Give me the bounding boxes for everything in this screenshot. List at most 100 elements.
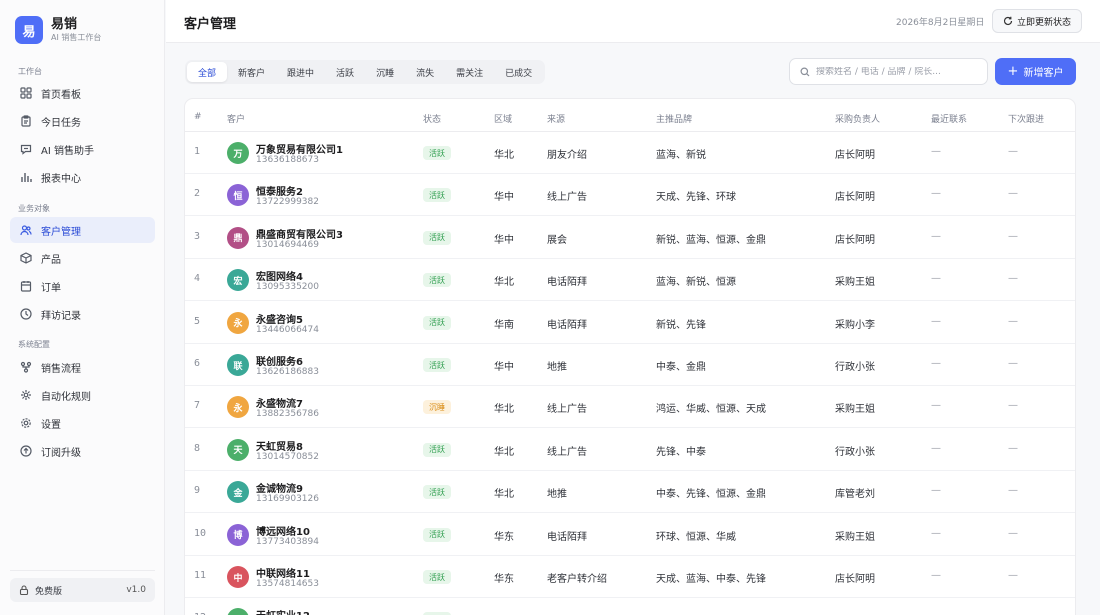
table-row[interactable]: 5 永永盛咨询5 13446066474 活跃 华南 电话陌拜 新锐、先锋 采购小李 — —	[185, 302, 1075, 344]
table-row[interactable]: 11 中中联网络11 13574814653 活跃 华东 老客户转介绍 天成、蓝海、中泰、先…	[185, 556, 1075, 598]
tab-all[interactable]: 全部	[187, 62, 228, 82]
sidebar-item-settings[interactable]: 设置	[10, 410, 155, 436]
row-index: 7	[194, 400, 201, 412]
status-badge: 活跃	[423, 570, 451, 584]
tab-dormant[interactable]: 沉睡	[365, 62, 405, 82]
table-row[interactable]: 8 天天虹贸易8 13014570852 活跃 华北 线上广告 先锋、中泰 行政小张 — —	[185, 429, 1075, 471]
table-row[interactable]: 7 永永盛物流7 13882356786 沉睡 华北 线上广告 鸿运、华威、恒源、天成 采购王…	[185, 386, 1075, 429]
table-row[interactable]: 1 万万象贸易有限公司1 13636188673 活跃 华北 朋友介绍 蓝海、新锐 店长阿明 —…	[185, 132, 1075, 174]
owner-cell: 店长阿明	[835, 192, 875, 204]
owner-cell: 店长阿明	[835, 150, 875, 161]
table-row[interactable]: 2 恒恒泰服务2 13722999382 活跃 华中 线上广告 天成、先锋、环球 店长阿明 — —	[185, 174, 1075, 217]
column-header: 采购负责人	[835, 115, 881, 125]
sidebar-divider	[10, 570, 155, 571]
source-cell: 老客户转介绍	[547, 574, 607, 585]
row-index: 10	[194, 527, 207, 539]
next-follow-cell: —	[1008, 358, 1018, 369]
version-label: v1.0	[126, 585, 146, 595]
tab-lost[interactable]: 流失	[405, 62, 445, 82]
owner-cell: 采购王姐	[835, 404, 875, 416]
table-row[interactable]: 3 鼎鼎盛商贸有限公司3 13014694469 活跃 华中 展会 新锐、蓝海、恒源、金鼎 店…	[185, 217, 1075, 259]
sidebar-item-sales-process[interactable]: 销售流程	[10, 354, 155, 380]
brands-cell: 蓝海、新锐、恒源	[656, 277, 736, 289]
tab-new[interactable]: 新客户	[227, 62, 276, 82]
source-cell: 地推	[547, 489, 567, 501]
customer-name[interactable]: 鼎盛商贸有限公司3	[256, 226, 343, 241]
owner-cell: 店长阿明	[835, 234, 875, 246]
search-box[interactable]	[789, 58, 988, 85]
status-badge: 活跃	[423, 485, 451, 500]
sidebar-item-tasks[interactable]: 今日任务	[10, 108, 155, 134]
tab-attention[interactable]: 需关注	[445, 62, 494, 82]
customer-name[interactable]: 永盛物流7	[256, 395, 303, 410]
column-header: 最近联系	[931, 115, 968, 125]
customer-name[interactable]: 天虹实业12	[256, 607, 310, 615]
search-input[interactable]	[816, 66, 966, 77]
plan-badge[interactable]: 免费版 v1.0	[10, 578, 155, 602]
brands-cell: 鸿运、华威、恒源、天成	[656, 404, 766, 416]
last-contact-cell: —	[931, 400, 941, 412]
table-row[interactable]: 9 金金诚物流9 13169903126 活跃 华北 地推 中泰、先锋、恒源、金鼎 库管老刘 —…	[185, 471, 1075, 514]
region-cell: 华东	[494, 574, 514, 585]
next-follow-cell: —	[1008, 400, 1018, 412]
next-follow-cell: —	[1008, 527, 1018, 539]
status-badge: 活跃	[423, 315, 451, 330]
source-cell: 朋友介绍	[547, 150, 587, 161]
customer-name[interactable]: 万象贸易有限公司1	[256, 141, 343, 156]
row-index: 2	[194, 188, 201, 200]
sidebar-item-dashboard[interactable]: 首页看板	[10, 80, 155, 106]
region-cell: 华东	[494, 531, 514, 543]
row-index: 1	[194, 146, 201, 157]
customer-name[interactable]: 博远网络10	[256, 523, 310, 538]
owner-cell: 店长阿明	[835, 574, 875, 585]
box-icon	[19, 251, 33, 265]
customer-phone: 13169903126	[256, 494, 319, 505]
region-cell: 华北	[494, 150, 514, 161]
row-index: 5	[194, 315, 201, 327]
sidebar-item-automation[interactable]: 自动化规则	[10, 382, 155, 408]
refresh-status-button[interactable]: 立即更新状态	[992, 9, 1082, 33]
nav-section-title: 系统配置	[18, 340, 50, 349]
customer-name[interactable]: 金诚物流9	[256, 480, 303, 495]
tab-active[interactable]: 活跃	[325, 62, 365, 82]
users-icon	[19, 223, 33, 237]
table-row[interactable]: 10 博博远网络10 13773403894 活跃 华东 电话陌拜 环球、恒源、华威 采购王姐…	[185, 514, 1075, 556]
sidebar-item-ai-assistant[interactable]: AI 销售助手	[10, 136, 155, 162]
sidebar-item-customers[interactable]: 客户管理	[10, 217, 155, 243]
customer-name[interactable]: 宏图网络4	[256, 268, 303, 283]
sidebar-item-visits[interactable]: 拜访记录	[10, 301, 155, 327]
row-index: 4	[194, 273, 201, 285]
last-contact-cell: —	[931, 358, 941, 369]
status-badge: 活跃	[423, 146, 451, 160]
customer-name[interactable]: 天虹贸易8	[256, 438, 303, 453]
sidebar-item-label: 设置	[41, 419, 61, 431]
next-follow-cell: —	[1008, 442, 1018, 454]
sidebar-item-orders[interactable]: 订单	[10, 273, 155, 299]
customer-name[interactable]: 永盛咨询5	[256, 311, 303, 326]
customer-name[interactable]: 联创服务6	[256, 353, 303, 368]
nav-section-title: 业务对象	[18, 204, 50, 213]
table-row[interactable]: 12天天虹实业12活跃	[185, 598, 1075, 615]
customer-phone: 13014694469	[256, 239, 319, 250]
sidebar-item-reports[interactable]: 报表中心	[10, 164, 155, 190]
sidebar: 易 易销 AI 销售工作台 工作台 首页看板 今日任务 AI 销售助手 报表中心…	[0, 0, 165, 615]
brand[interactable]: 易 易销 AI 销售工作台	[15, 16, 101, 44]
avatar: 天	[227, 438, 249, 461]
sidebar-item-label: 报表中心	[41, 173, 81, 185]
avatar: 永	[227, 311, 249, 334]
customer-name[interactable]: 恒泰服务2	[256, 183, 303, 198]
table-row[interactable]: 6 联联创服务6 13626186883 活跃 华中 地推 中泰、金鼎 行政小张 — —	[185, 344, 1075, 386]
table-row[interactable]: 4 宏宏图网络4 13095335200 活跃 华北 电话陌拜 蓝海、新锐、恒源 采购王姐 — —	[185, 259, 1075, 302]
add-customer-button[interactable]: + 新增客户	[995, 58, 1076, 85]
avatar: 天	[227, 608, 249, 615]
tab-closed[interactable]: 已成交	[494, 62, 543, 82]
customer-name[interactable]: 中联网络11	[256, 565, 310, 580]
last-contact-cell: —	[931, 570, 941, 581]
sidebar-item-upgrade[interactable]: 订阅升级	[10, 438, 155, 464]
source-cell: 电话陌拜	[547, 319, 587, 331]
sidebar-item-products[interactable]: 产品	[10, 245, 155, 271]
next-follow-cell: —	[1008, 315, 1018, 327]
gear-icon	[19, 416, 33, 430]
next-follow-cell: —	[1008, 570, 1018, 581]
tab-following[interactable]: 跟进中	[276, 62, 325, 82]
